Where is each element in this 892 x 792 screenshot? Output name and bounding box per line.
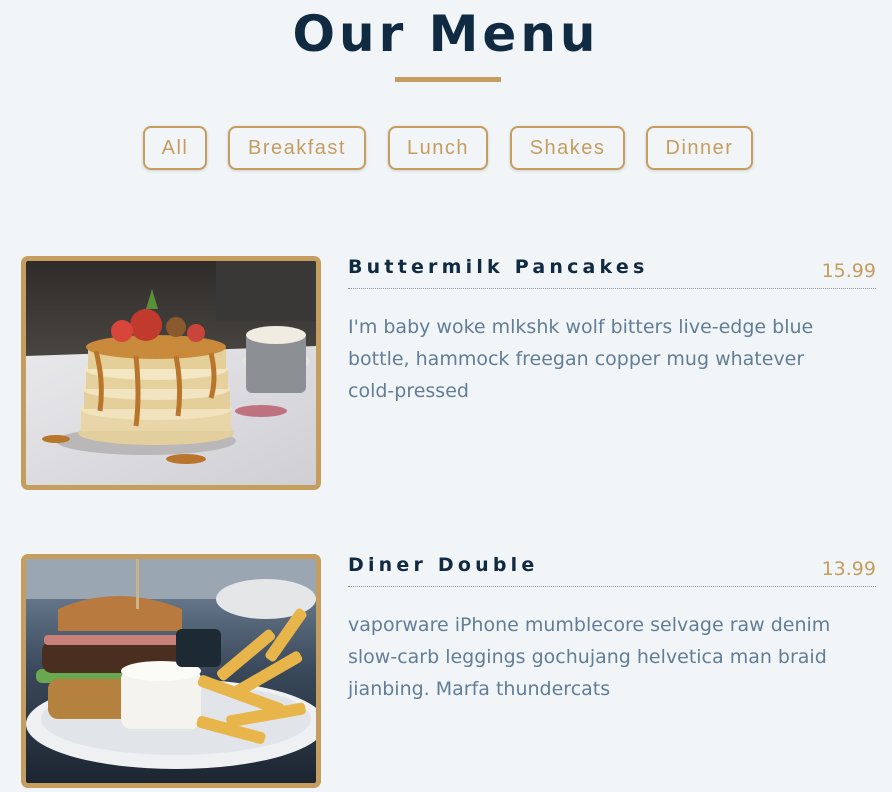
- item-header: Diner Double 13.99: [348, 554, 876, 587]
- page-title: Our Menu: [292, 5, 600, 63]
- item-info: Buttermilk Pancakes 15.99 I'm baby woke …: [348, 256, 876, 407]
- pancakes-photo: [21, 256, 321, 490]
- menu-item: Diner Double 13.99 vaporware iPhone mumb…: [21, 554, 877, 790]
- filter-dinner-button[interactable]: Dinner: [646, 126, 753, 170]
- filter-breakfast-button[interactable]: Breakfast: [228, 126, 366, 170]
- filter-bar: All Breakfast Lunch Shakes Dinner: [0, 126, 892, 172]
- item-description: vaporware iPhone mumblecore selvage raw …: [348, 614, 831, 700]
- filter-lunch-button[interactable]: Lunch: [388, 126, 488, 170]
- filter-all-button[interactable]: All: [143, 126, 207, 170]
- burger-photo: [21, 554, 321, 788]
- item-header: Buttermilk Pancakes 15.99: [348, 256, 876, 289]
- item-name: Diner Double: [348, 554, 539, 576]
- item-price: 15.99: [821, 260, 876, 282]
- filter-shakes-button[interactable]: Shakes: [510, 126, 625, 170]
- item-description: I'm baby woke mlkshk wolf bitters live-e…: [348, 316, 814, 402]
- menu-item: Buttermilk Pancakes 15.99 I'm baby woke …: [21, 256, 877, 492]
- item-name: Buttermilk Pancakes: [348, 256, 649, 278]
- item-price: 13.99: [821, 558, 876, 580]
- item-info: Diner Double 13.99 vaporware iPhone mumb…: [348, 554, 876, 705]
- title-underline: [395, 77, 501, 82]
